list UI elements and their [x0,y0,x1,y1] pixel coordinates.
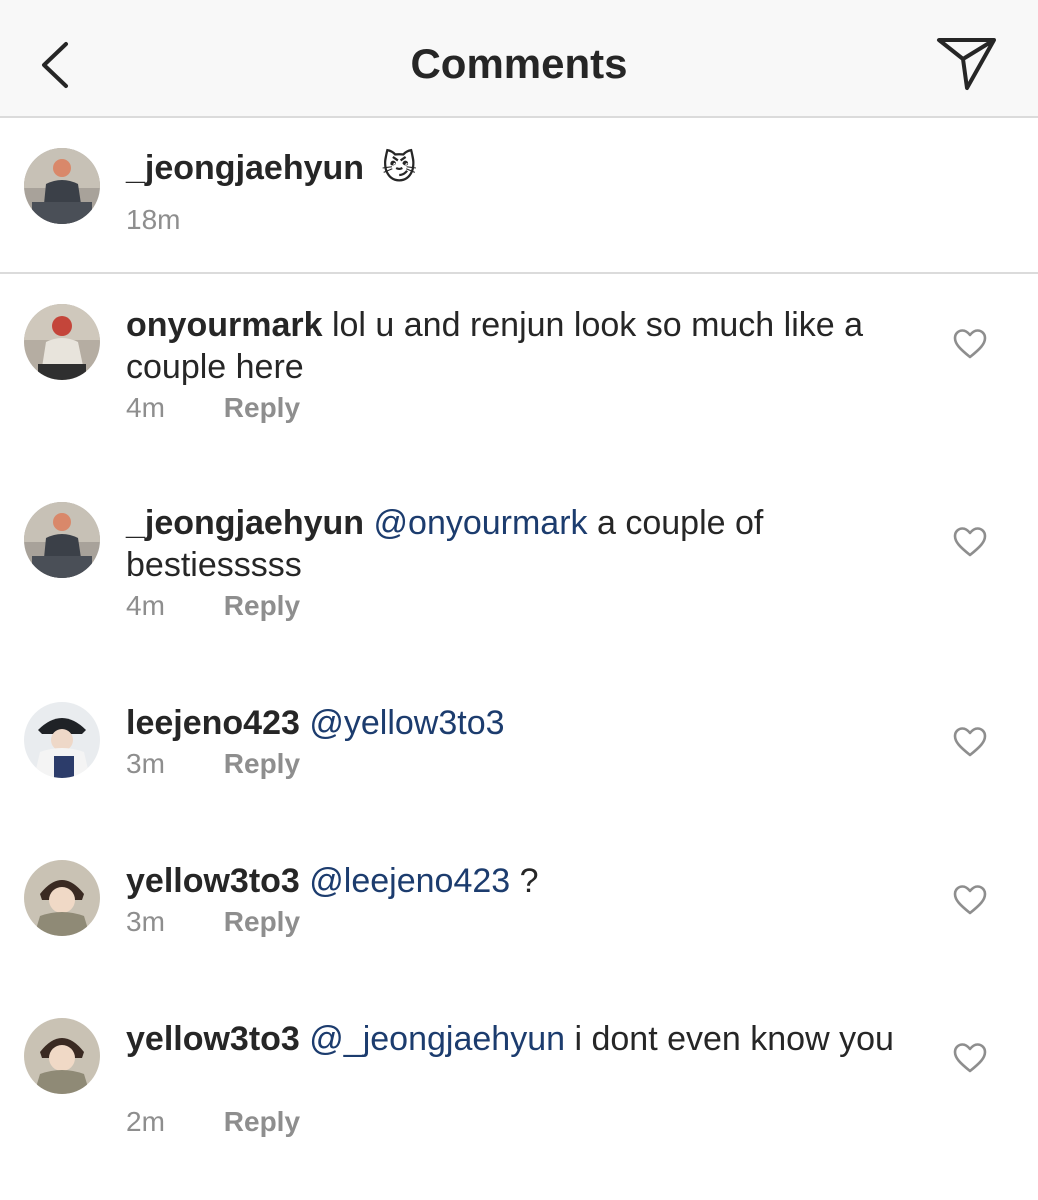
top-bar: Comments [0,0,1038,118]
mention-link[interactable]: @onyourmark [374,504,588,542]
share-button[interactable] [934,34,1000,94]
paper-plane-icon [937,38,996,90]
avatar[interactable] [24,502,100,578]
comment-meta: 3m Reply [126,748,300,780]
heart-icon[interactable] [952,726,988,758]
comment-body: ? [519,862,539,900]
heart-icon[interactable] [952,526,988,558]
timestamp: 4m [126,590,165,621]
timestamp: 3m [126,906,165,937]
reply-button[interactable]: Reply [224,1106,300,1137]
comment-item: leejeno423 @yellow3to3 3m Reply [0,672,1038,830]
comment-item: onyourmark lol u and renjun look so much… [0,274,1038,472]
comment-item: yellow3to3 @_jeongjaehyun i dont even kn… [0,988,1038,1198]
heart-icon[interactable] [952,884,988,916]
username[interactable]: leejeno423 [126,704,300,742]
avatar[interactable] [24,702,100,778]
caption-header: _jeongjaehyun 😼 [126,148,417,188]
comment-text: onyourmark lol u and renjun look so much… [126,304,916,388]
timestamp: 3m [126,748,165,779]
comment-text: yellow3to3 @_jeongjaehyun i dont even kn… [126,1018,916,1060]
timestamp: 18m [126,204,181,235]
username[interactable]: yellow3to3 [126,862,300,900]
reply-button[interactable]: Reply [224,748,300,779]
heart-icon[interactable] [952,1042,988,1074]
avatar[interactable] [24,860,100,936]
comment-item: yellow3to3 @leejeno423 ? 3m Reply [0,830,1038,988]
avatar[interactable] [24,148,100,224]
reply-button[interactable]: Reply [224,590,300,621]
comment-text: yellow3to3 @leejeno423 ? [126,860,916,902]
comment-text: leejeno423 @yellow3to3 [126,702,916,744]
mention-link[interactable]: @leejeno423 [309,862,510,900]
username[interactable]: yellow3to3 [126,1020,300,1058]
post-caption: _jeongjaehyun 😼 18m [0,118,1038,274]
smirk-cat-emoji: 😼 [381,149,417,187]
comment-item: _jeongjaehyun @onyourmark a couple of be… [0,472,1038,672]
mention-link[interactable]: @_jeongjaehyun [309,1020,565,1058]
timestamp: 4m [126,392,165,423]
mention-link[interactable]: @yellow3to3 [309,704,504,742]
heart-icon[interactable] [952,328,988,360]
comment-meta: 3m Reply [126,906,300,938]
username[interactable]: _jeongjaehyun [126,504,364,542]
avatar[interactable] [24,304,100,380]
avatar[interactable] [24,1018,100,1094]
comment-meta: 4m Reply [126,392,300,424]
comment-meta: 4m Reply [126,590,300,622]
comment-body: i dont even know you [574,1020,894,1058]
reply-button[interactable]: Reply [224,392,300,423]
page-title: Comments [410,40,628,87]
username[interactable]: _jeongjaehyun [126,149,364,187]
comment-meta: 2m Reply [126,1106,300,1138]
comment-text: _jeongjaehyun @onyourmark a couple of be… [126,502,916,586]
username[interactable]: onyourmark [126,306,323,344]
reply-button[interactable]: Reply [224,906,300,937]
timestamp: 2m [126,1106,165,1137]
